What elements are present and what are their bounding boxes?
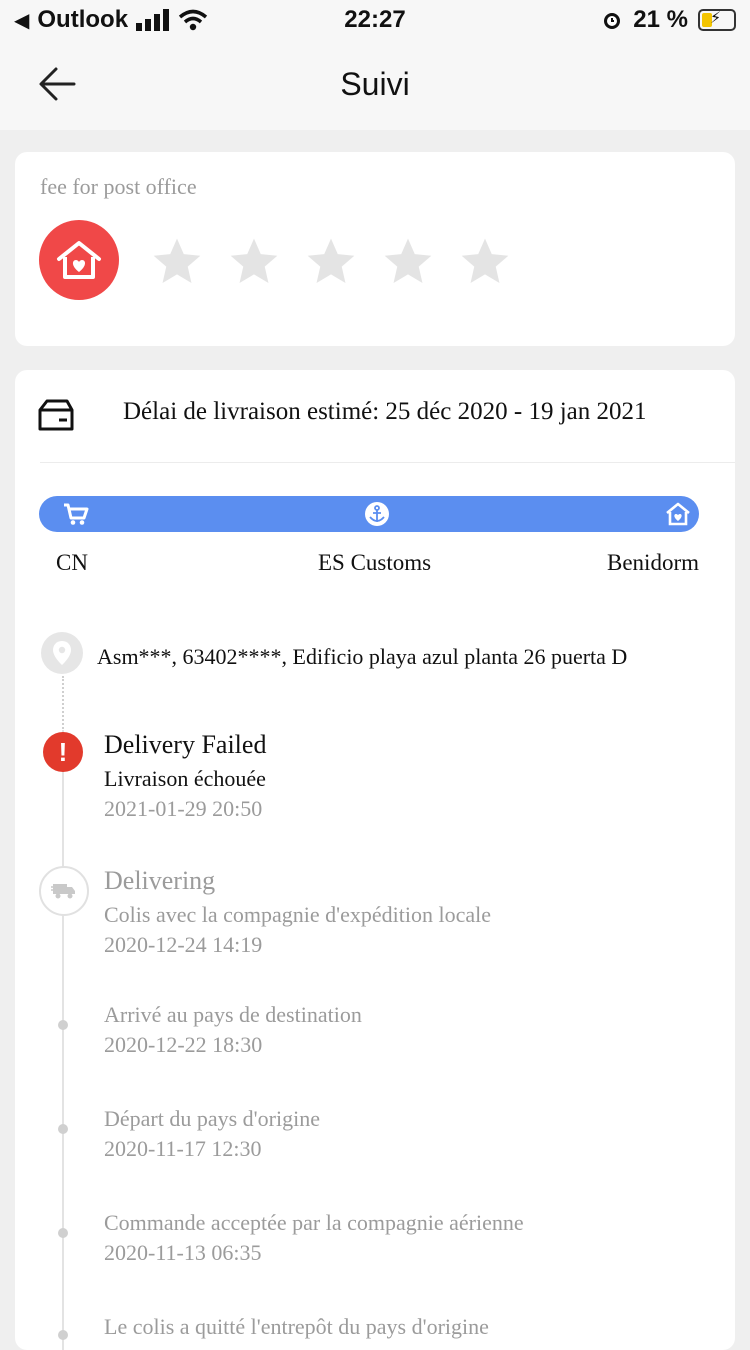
event-date: 2020-11-13 06:35 (104, 1240, 262, 1265)
timeline-event: Départ du pays d'origine 2020-11-17 12:3… (104, 1106, 320, 1162)
star-icon[interactable] (303, 234, 359, 290)
nav-bar: Suivi (0, 42, 750, 130)
stage-customs: ES Customs (318, 550, 432, 575)
timeline-dot (58, 1228, 68, 1238)
event-title: Delivering (104, 866, 216, 895)
status-bar: ◀ Outlook 22:27 21 % ⚡ (0, 0, 750, 42)
star-icon[interactable] (226, 234, 282, 290)
event-date: 2020-12-24 14:19 (104, 932, 263, 957)
event-date: 2020-11-17 12:30 (104, 1136, 262, 1161)
rating-label: fee for post office (40, 174, 197, 199)
event-subtitle: Le colis a quitté l'entrepôt du pays d'o… (104, 1314, 489, 1339)
battery-percent: 21 % (633, 6, 688, 33)
timeline-dot (58, 1330, 68, 1340)
event-subtitle: Livraison échouée (104, 766, 266, 791)
divider (40, 462, 735, 463)
stage-origin: CN (56, 550, 88, 575)
star-icon[interactable] (380, 234, 436, 290)
delivery-estimate: Délai de livraison estimé: 25 déc 2020 -… (123, 398, 647, 425)
event-title: Delivery Failed (104, 730, 267, 759)
timeline-event-delivery-failed: Delivery Failed Livraison échouée 2021-0… (104, 730, 266, 822)
timeline-dot (58, 1020, 68, 1030)
location-pin-icon (41, 632, 83, 674)
house-heart-icon (665, 501, 691, 527)
house-heart-icon (39, 220, 119, 300)
timeline-dot (58, 1124, 68, 1134)
alarm-icon (604, 13, 621, 29)
parcel-box-icon (38, 399, 74, 431)
timeline-connector (62, 676, 64, 732)
event-date: 2020-12-22 18:30 (104, 1032, 263, 1057)
event-subtitle: Arrivé au pays de destination (104, 1002, 362, 1027)
timeline-event: Le colis a quitté l'entrepôt du pays d'o… (104, 1314, 489, 1340)
star-rating[interactable] (149, 234, 513, 290)
cart-icon (63, 501, 89, 527)
event-subtitle: Colis avec la compagnie d'expédition loc… (104, 902, 491, 927)
page-title: Suivi (340, 66, 410, 102)
shipment-progress-bar (39, 496, 699, 532)
rating-card: fee for post office (15, 152, 735, 346)
timeline-event-delivering: Delivering Colis avec la compagnie d'exp… (104, 866, 491, 958)
anchor-icon (364, 501, 390, 527)
star-icon[interactable] (457, 234, 513, 290)
event-subtitle: Commande acceptée par la compagnie aérie… (104, 1210, 524, 1235)
timeline-line (62, 730, 64, 1350)
star-icon[interactable] (149, 234, 205, 290)
delivery-address: Asm***, 63402****, Edificio playa azul p… (97, 644, 628, 669)
tracking-card: Délai de livraison estimé: 25 déc 2020 -… (15, 370, 735, 1350)
timeline-event: Commande acceptée par la compagnie aérie… (104, 1210, 524, 1266)
event-subtitle: Départ du pays d'origine (104, 1106, 320, 1131)
status-right: 21 % ⚡ (601, 6, 736, 34)
event-date: 2021-01-29 20:50 (104, 796, 263, 821)
battery-icon: ⚡ (698, 9, 736, 31)
alert-icon: ! (43, 732, 83, 772)
stage-destination: Benidorm (607, 550, 699, 575)
truck-icon (39, 866, 89, 916)
timeline-event: Arrivé au pays de destination 2020-12-22… (104, 1002, 362, 1058)
